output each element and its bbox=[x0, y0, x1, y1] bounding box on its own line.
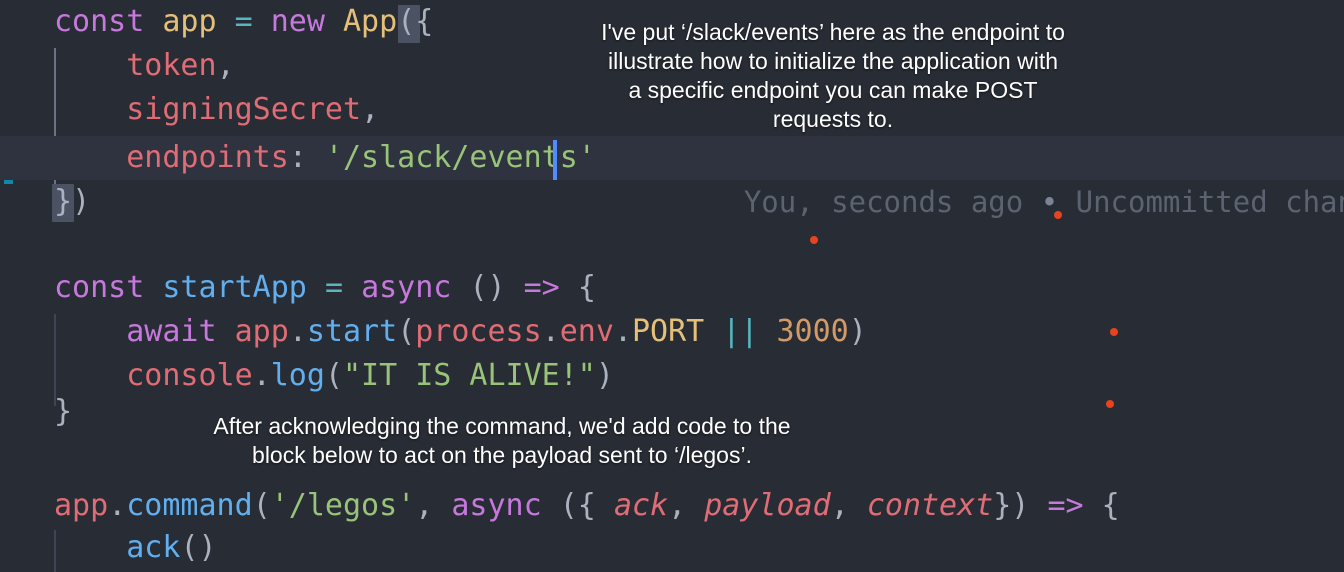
code-line[interactable]: await app.start(process.env.PORT || 3000… bbox=[0, 310, 1344, 354]
code-editor[interactable]: const app = new App({ token, signingSecr… bbox=[0, 0, 1344, 572]
caption-endpoint: I've put ‘/slack/events’ here as the end… bbox=[601, 19, 1065, 132]
code-line-content: ack() bbox=[126, 530, 217, 565]
marker-dot bbox=[1110, 328, 1118, 336]
code-line-content: app.command('/legos', async ({ ack, payl… bbox=[54, 488, 1120, 523]
caption-ack: After acknowledging the command, we'd ad… bbox=[213, 413, 791, 468]
blame-author: You, bbox=[743, 185, 814, 219]
text-cursor bbox=[553, 140, 557, 180]
marker-dot bbox=[1054, 211, 1062, 219]
code-line-content: const startApp = async () => { bbox=[54, 270, 596, 305]
code-line-content: token, bbox=[126, 48, 235, 83]
code-line-content: await app.start(process.env.PORT || 3000… bbox=[126, 314, 867, 349]
blame-time: seconds ago bbox=[831, 185, 1024, 219]
code-line-content: signingSecret, bbox=[126, 92, 380, 127]
blame-status: Uncommitted changes bbox=[1075, 185, 1344, 219]
code-line-content: const app = new App({ bbox=[54, 4, 434, 39]
code-line[interactable]: app.command('/legos', async ({ ack, payl… bbox=[0, 484, 1344, 528]
marker-dot bbox=[810, 236, 818, 244]
git-blame-annotation: You, seconds ago • Uncommitted changes bbox=[674, 136, 1344, 268]
code-line-content: } bbox=[54, 394, 73, 429]
code-line-content: endpoints: '/slack/events' bbox=[126, 140, 596, 175]
code-line[interactable]: ack() bbox=[0, 526, 1344, 570]
code-line-content: }) bbox=[54, 184, 91, 219]
marker-dot bbox=[1106, 400, 1114, 408]
code-line[interactable]: const startApp = async () => { bbox=[0, 266, 1344, 310]
